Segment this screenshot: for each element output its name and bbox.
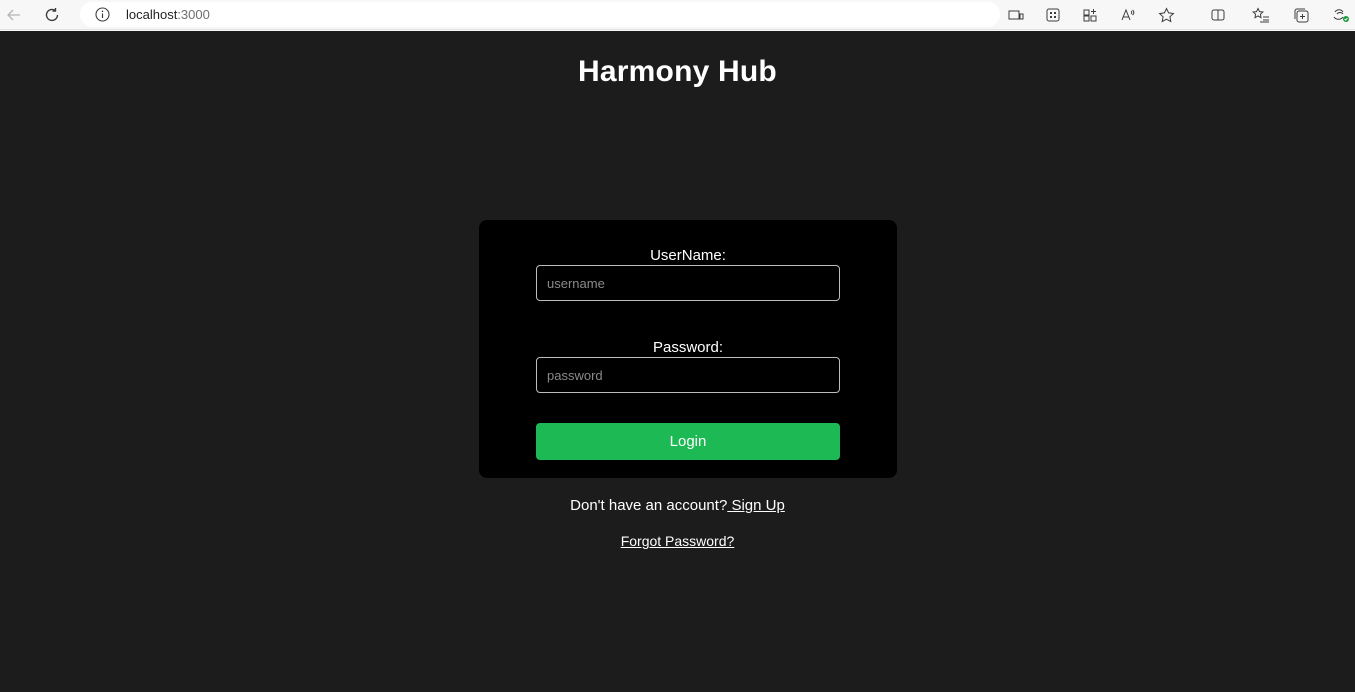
browser-toolbar: localhost:3000 xyxy=(0,0,1355,30)
signup-prompt: Don't have an account? Sign Up xyxy=(0,497,1355,514)
extensions-icon[interactable] xyxy=(1329,3,1353,27)
refresh-icon[interactable] xyxy=(40,3,64,27)
password-label: Password: xyxy=(652,339,724,356)
signup-link[interactable]: Sign Up xyxy=(727,497,784,514)
grid-add-icon[interactable] xyxy=(1078,3,1102,27)
login-card: UserName: Password: Login xyxy=(479,220,897,478)
login-button[interactable]: Login xyxy=(536,423,840,460)
no-account-text: Don't have an account? xyxy=(570,497,728,514)
apps-icon[interactable] xyxy=(1041,3,1065,27)
username-input[interactable] xyxy=(536,265,840,301)
split-screen-icon[interactable] xyxy=(1206,3,1230,27)
forgot-password-link[interactable]: Forgot Password? xyxy=(621,533,735,549)
favorites-list-icon[interactable] xyxy=(1249,3,1273,27)
back-arrow-icon[interactable] xyxy=(2,3,26,27)
favorite-star-icon[interactable] xyxy=(1154,3,1178,27)
device-icon[interactable] xyxy=(1004,3,1028,27)
forgot-password-row: Forgot Password? xyxy=(0,533,1355,549)
url-text: localhost:3000 xyxy=(126,7,210,22)
username-label: UserName: xyxy=(650,247,726,264)
address-bar[interactable]: localhost:3000 xyxy=(80,2,1000,27)
collections-icon[interactable] xyxy=(1289,3,1313,27)
password-input[interactable] xyxy=(536,357,840,393)
page-body: Harmony Hub UserName: Password: Login Do… xyxy=(0,31,1355,692)
info-icon[interactable] xyxy=(94,6,111,23)
read-aloud-icon[interactable] xyxy=(1116,3,1140,27)
app-title: Harmony Hub xyxy=(578,55,777,88)
url-host: localhost xyxy=(126,7,178,22)
url-port: :3000 xyxy=(177,7,210,22)
